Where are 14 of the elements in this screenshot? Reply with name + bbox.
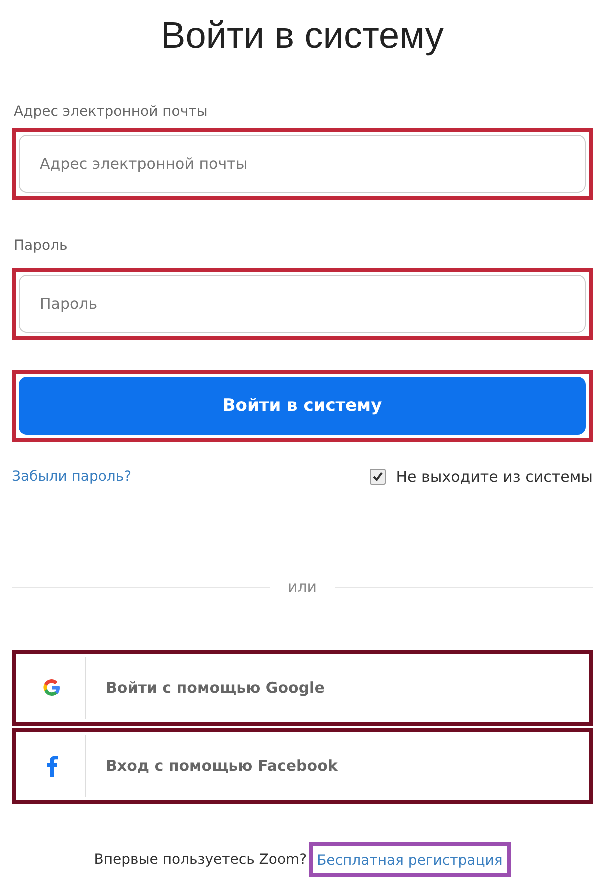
divider-text: или — [288, 578, 318, 596]
footer-text: Впервые пользуетесь Zoom? — [94, 852, 308, 868]
facebook-logo-icon — [46, 755, 58, 777]
field-label: Адрес электронной почты — [14, 103, 209, 122]
sign-up-link[interactable]: Бесплатная регистрация — [317, 853, 503, 869]
checkbox[interactable] — [370, 469, 386, 485]
checkbox-label: Не выходите из системы — [396, 468, 593, 486]
field-label: Пароль — [14, 237, 69, 256]
google-logo-icon — [42, 678, 62, 698]
input-field[interactable]: Адрес электронной почты — [19, 135, 586, 193]
sign-in-button[interactable]: Войти в систему — [19, 377, 586, 435]
page-title: Войти в систему — [160, 14, 445, 58]
forgot-password-link[interactable]: Забыли пароль? — [12, 469, 132, 485]
input-field[interactable]: Пароль — [19, 275, 586, 333]
